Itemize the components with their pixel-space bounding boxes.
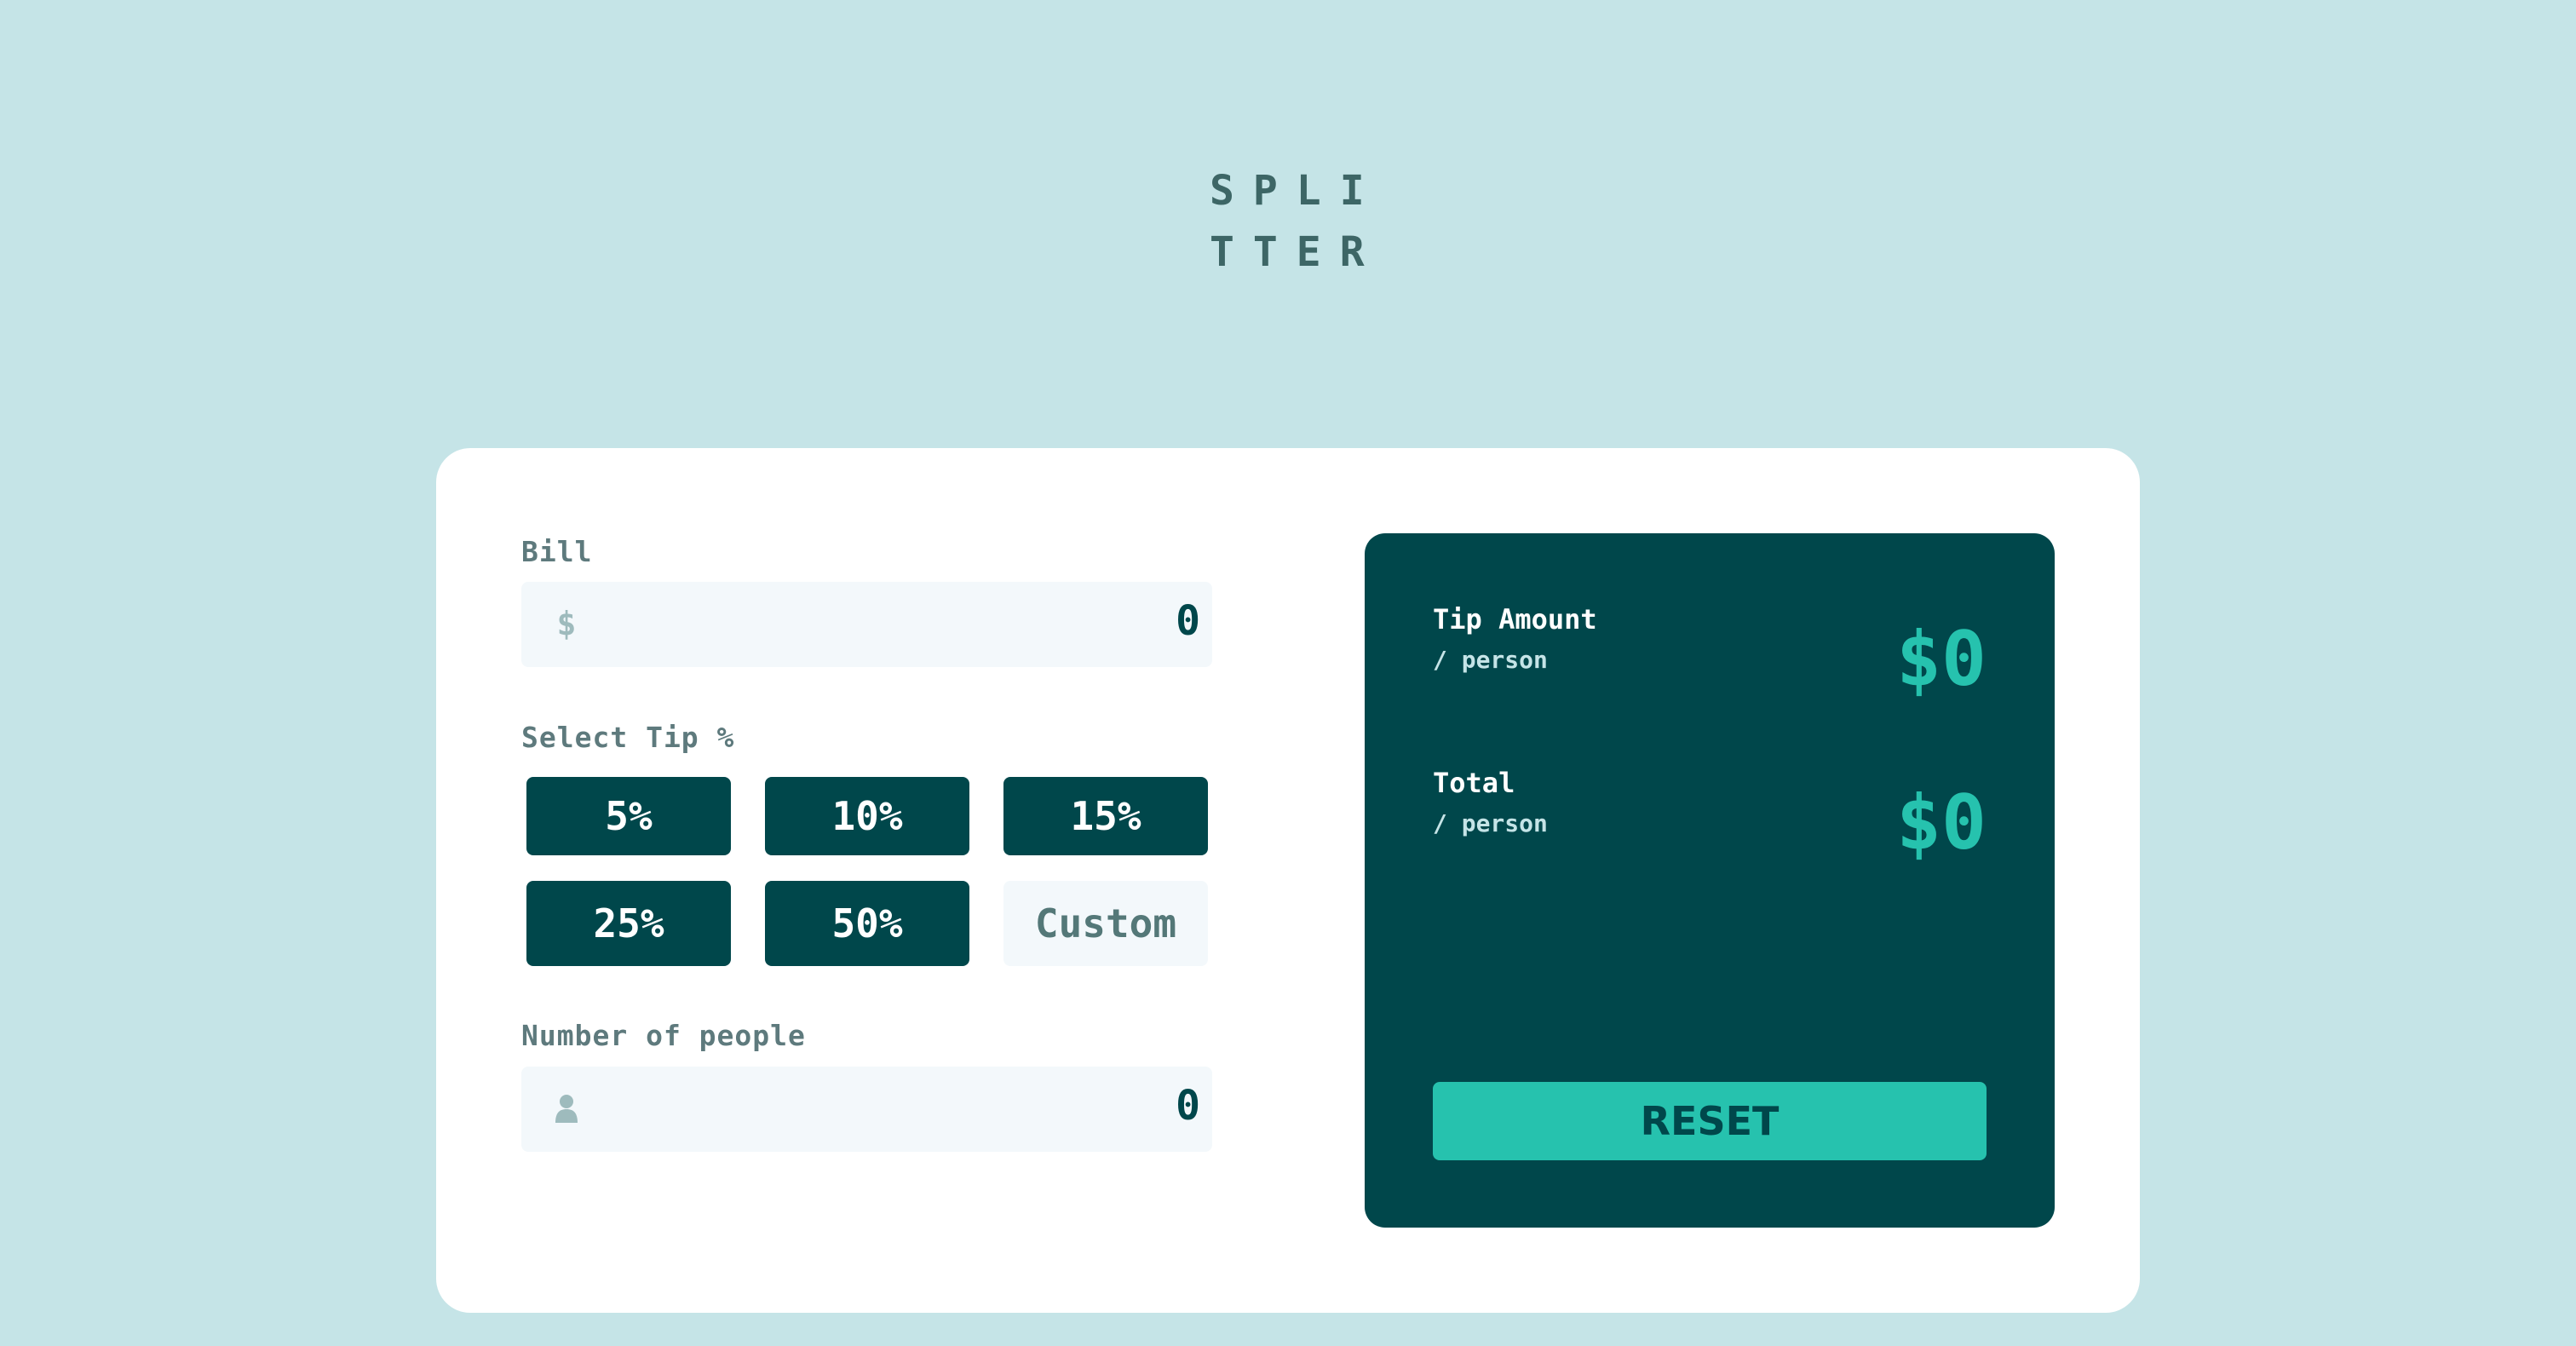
- select-tip-label: Select Tip %: [521, 721, 735, 754]
- tip-button-5[interactable]: 5%: [526, 777, 731, 855]
- tip-amount-title: Tip Amount: [1433, 603, 1597, 636]
- total-value: $0: [1896, 779, 1987, 866]
- reset-button[interactable]: RESET: [1433, 1082, 1987, 1160]
- tip-custom-input[interactable]: Custom: [1003, 881, 1208, 966]
- people-value[interactable]: 0: [1176, 1082, 1200, 1130]
- logo-line-1: SPLI: [1210, 167, 1383, 215]
- tip-button-50[interactable]: 50%: [765, 881, 969, 966]
- app-logo: SPLI TTER: [1210, 160, 1371, 283]
- person-icon: [552, 1087, 581, 1130]
- people-label: Number of people: [521, 1019, 806, 1052]
- calculator-card: Bill $ 0 Select Tip % 5% 10% 15% 25% 50%…: [436, 448, 2140, 1313]
- bill-label: Bill: [521, 535, 593, 568]
- tip-amount-per-person: / person: [1433, 646, 1548, 674]
- bill-input[interactable]: $ 0: [521, 582, 1212, 667]
- tip-button-15[interactable]: 15%: [1003, 777, 1208, 855]
- dollar-icon: $: [556, 605, 577, 642]
- people-input[interactable]: 0: [521, 1067, 1212, 1152]
- result-panel: Tip Amount / person $0 Total / person $0…: [1365, 533, 2055, 1228]
- total-per-person: / person: [1433, 809, 1548, 837]
- bill-value[interactable]: 0: [1176, 597, 1200, 645]
- tip-button-10[interactable]: 10%: [765, 777, 969, 855]
- tip-amount-value: $0: [1896, 615, 1987, 703]
- total-title: Total: [1433, 767, 1515, 799]
- logo-line-2: TTER: [1210, 228, 1383, 276]
- tip-button-25[interactable]: 25%: [526, 881, 731, 966]
